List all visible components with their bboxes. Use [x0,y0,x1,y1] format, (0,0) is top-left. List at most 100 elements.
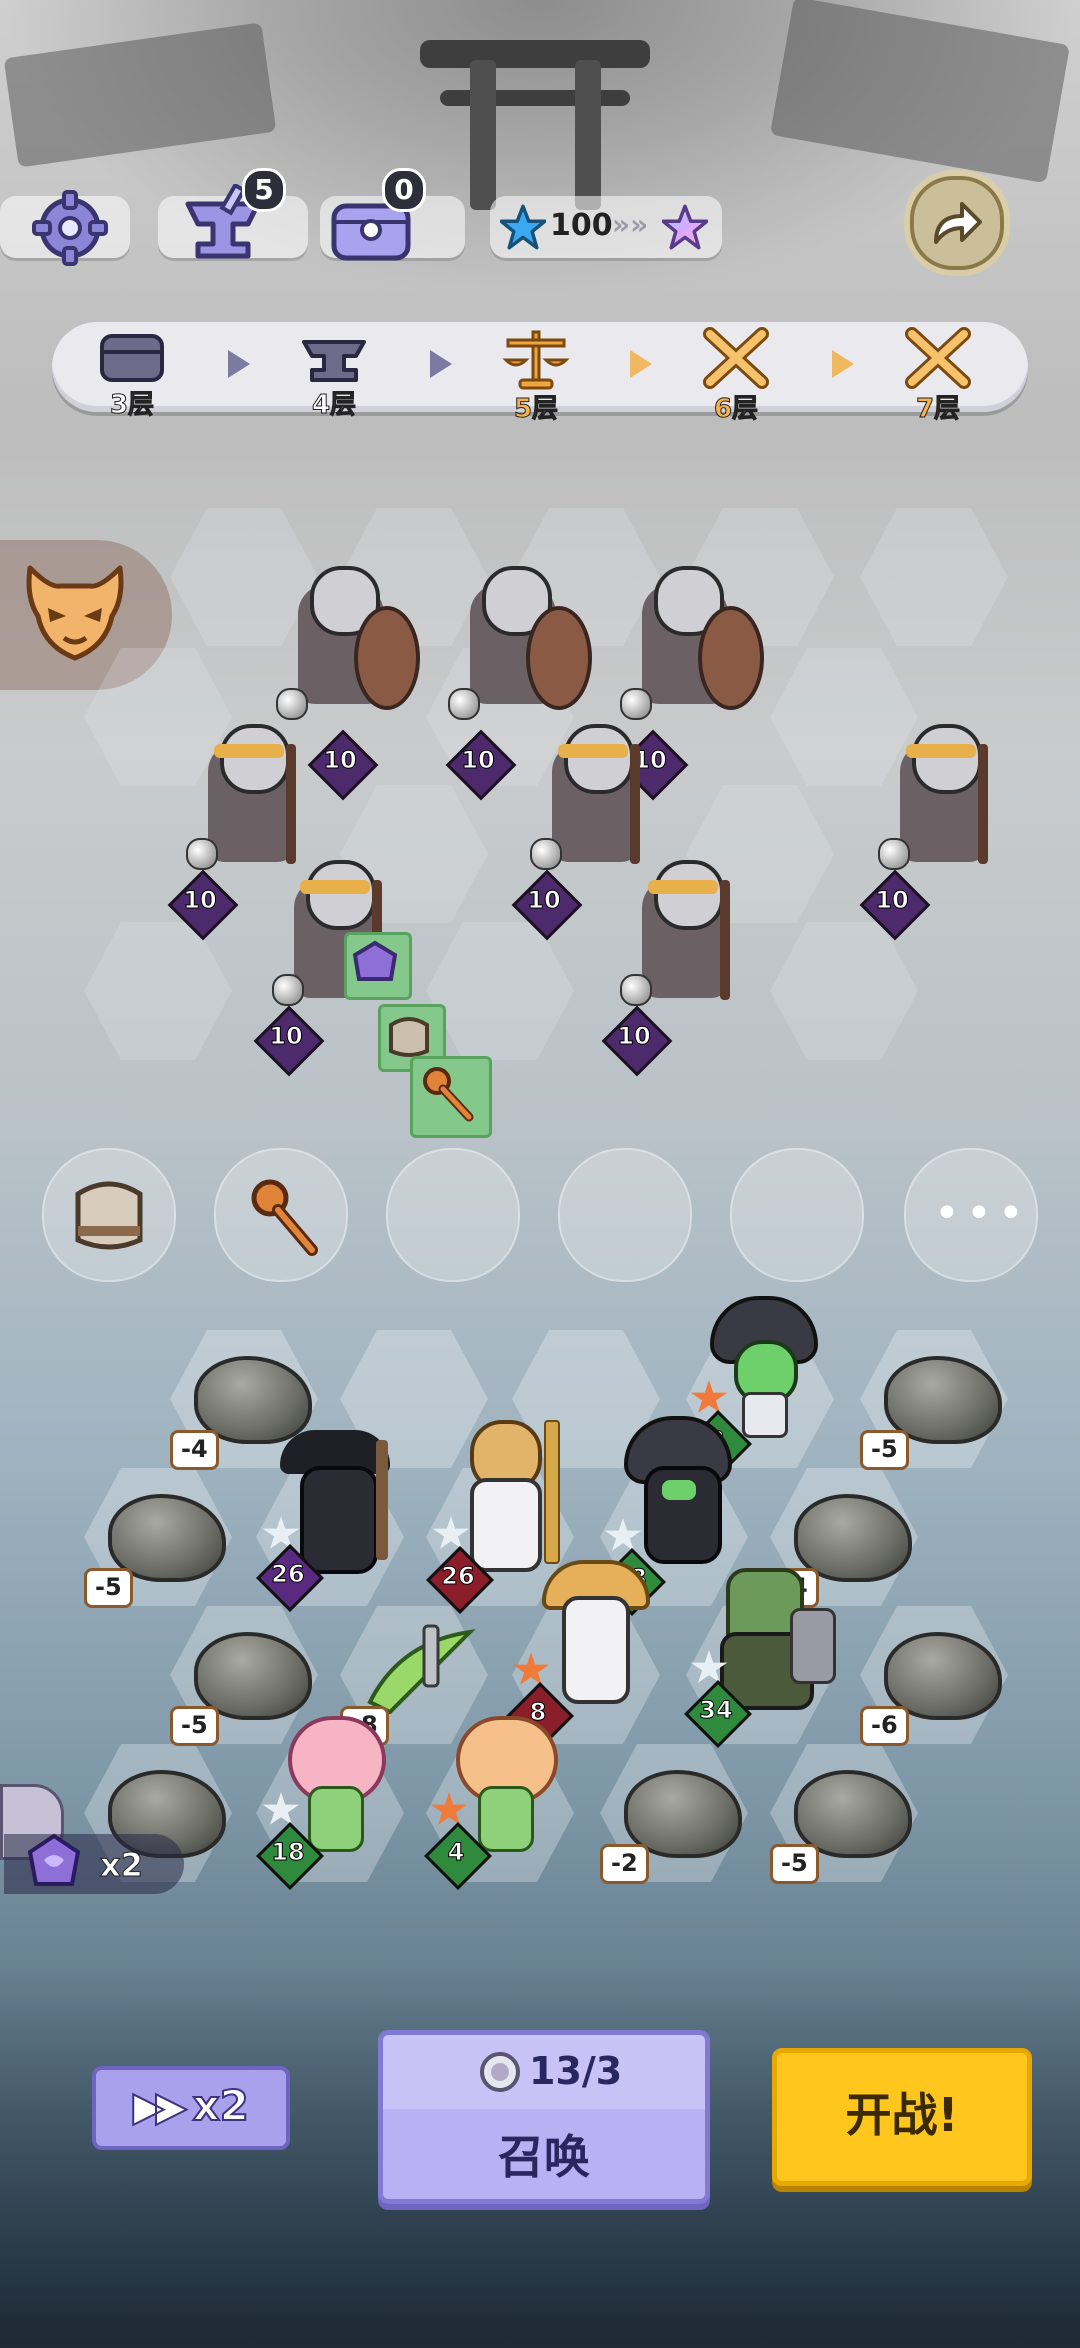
floor-label: 4层 [311,390,357,421]
start-battle-button[interactable]: 开战! [772,2048,1032,2186]
enemy-pick-soldier[interactable]: 10 [859,724,1008,941]
upgrade-arrows-icon: »» [612,208,649,241]
chest-count-badge: 0 [382,168,426,212]
progress-arrow [430,350,452,378]
floor-label: 3层 [109,390,155,421]
buff-multiplier: x2 [100,1846,144,1885]
rock-obstacle[interactable]: -2 [600,1760,742,1884]
enemy-hex[interactable] [84,922,232,1060]
rock-obstacle[interactable]: -6 [860,1622,1002,1746]
chest-pill[interactable]: 0 [320,168,465,261]
floor-node-5-current: 5层 [476,326,596,426]
rock-value: -5 [770,1844,819,1884]
hero-level: 4 [447,1838,465,1867]
hero-green-warrior[interactable]: 34 [684,1568,836,1748]
item-slot-empty[interactable] [730,1148,864,1282]
hero-pink-fairy-2[interactable]: 4 [424,1716,560,1890]
item-slot-key[interactable] [214,1148,348,1282]
enemy-hex[interactable] [426,922,574,1060]
hero-dark-archer[interactable]: 26 [256,1430,396,1612]
rock-obstacle[interactable]: -5 [84,1484,226,1608]
enemy-level: 10 [875,886,909,915]
rock-value: -4 [170,1430,219,1470]
floor-node-6: 6层 [676,326,796,426]
speed-toggle-button[interactable]: ▶▶ x2 [92,2066,290,2150]
rock-value: -6 [860,1706,909,1746]
blue-star-icon [500,204,546,250]
silver-coin-icon [480,2052,520,2092]
hero-level: 34 [699,1696,733,1725]
hero-level: 26 [441,1562,475,1591]
star-upgrade-pill[interactable]: 100 »» [490,196,722,258]
summon-label: 召唤 [498,2130,590,2184]
enemy-shield-soldier[interactable]: 10 [617,566,764,801]
enemy-hex[interactable] [860,508,1008,646]
item-slot-armor[interactable] [42,1148,176,1282]
hero-level: 18 [271,1838,305,1867]
item-slot-empty[interactable] [558,1148,692,1282]
exit-button[interactable] [910,176,1004,270]
floor-node-4: 4层 [274,326,394,426]
rainbow-star-icon [662,204,708,250]
rock-value: -5 [860,1430,909,1470]
rock-value: -2 [600,1844,649,1884]
armor-icon [75,1181,143,1250]
enemy-level: 10 [323,746,357,775]
floor-label: 7层 [915,394,961,425]
enemy-level: 10 [269,1022,303,1051]
purple-gem-icon [352,940,398,981]
summon-button[interactable]: 13/3 召唤 [378,2030,710,2204]
hero-straw-hat-monk[interactable]: 8 [506,1560,650,1750]
key-staff-icon [251,1179,318,1256]
enemy-level: 10 [617,1022,651,1051]
rock-value: -5 [170,1706,219,1746]
scales-icon [502,330,570,390]
armor-icon [389,1017,429,1057]
enemy-pick-soldier[interactable]: 10 [167,724,316,941]
progress-arrow [630,350,652,378]
exit-arrow-icon [934,202,982,244]
floor-label: 6层 [713,394,759,425]
star-currency-value: 100 [550,208,613,243]
hero-dark-rogue[interactable]: 28 [598,1416,734,1616]
crossed-swords-icon [905,327,971,389]
demon-mask-icon [26,565,124,661]
enemy-level: 10 [527,886,561,915]
fast-forward-icon: ▶▶ [132,2083,187,2131]
loot-gem-tile[interactable] [344,932,412,1000]
anvil-icon [302,340,366,382]
item-slot-empty[interactable] [386,1148,520,1282]
purple-gem-icon [27,1833,81,1886]
buff-indicator[interactable]: x2 [0,1784,186,1902]
enemy-level: 10 [183,886,217,915]
hero-blonde-priest[interactable]: 26 [426,1420,562,1614]
item-slot-more[interactable]: ••• [904,1148,1038,1282]
key-staff-icon [423,1067,474,1122]
floor-node-7: 7层 [878,326,998,426]
loot-key-tile[interactable] [410,1056,492,1138]
enemy-shield-soldier[interactable]: 10 [445,566,592,801]
enemy-hex[interactable] [770,922,918,1060]
hero-level: 26 [271,1560,305,1589]
chest-icon [100,334,164,382]
enemy-shield-soldier[interactable]: 10 [276,566,420,801]
summon-cost: 13/3 [529,2049,623,2093]
enemy-pick-soldier[interactable]: 10 [601,860,750,1077]
floor-label: 5层 [513,394,559,425]
rock-obstacle[interactable]: -5 [770,1760,912,1884]
progress-arrow [832,350,854,378]
floor-node-3: 3层 [72,326,192,426]
rock-obstacle[interactable]: -5 [860,1346,1002,1470]
crossed-swords-icon [703,327,769,389]
settings-pill[interactable] [0,190,130,266]
progress-arrow [228,350,250,378]
anvil-count-badge: 5 [242,168,286,212]
speed-label: x2 [192,2080,250,2131]
hero-pink-fairy[interactable]: 18 [256,1716,392,1890]
anvil-pill[interactable]: 5 [158,168,308,259]
enemy-pick-soldier[interactable]: 10 [511,724,660,941]
enemy-level: 10 [461,746,495,775]
rock-value: -5 [84,1568,133,1608]
gear-icon[interactable] [30,188,110,268]
more-dots-icon: ••• [934,1188,1030,1239]
